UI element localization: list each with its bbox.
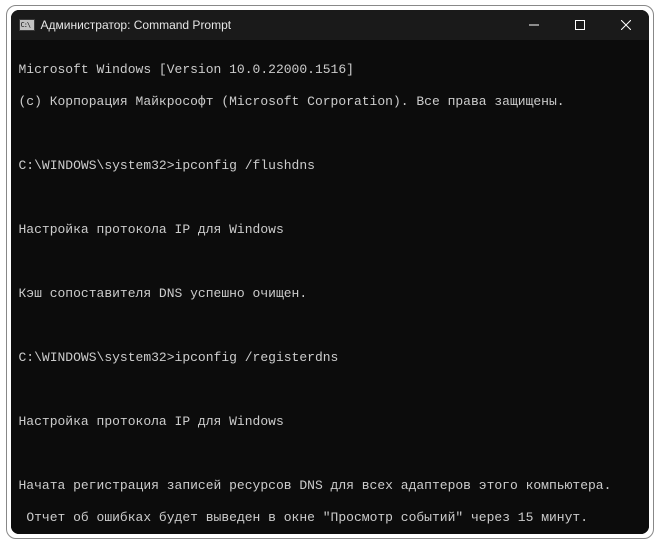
output-line bbox=[19, 382, 641, 398]
output-line: (c) Корпорация Майкрософт (Microsoft Cor… bbox=[19, 94, 641, 110]
prompt-line: C:\WINDOWS\system32>ipconfig /registerdn… bbox=[19, 350, 641, 366]
output-line bbox=[19, 446, 641, 462]
command-prompt-window: C:\ Администратор: Command Prompt Micros… bbox=[11, 10, 649, 534]
output-line: Отчет об ошибках будет выведен в окне "П… bbox=[19, 510, 641, 526]
output-line bbox=[19, 126, 641, 142]
window-title: Администратор: Command Prompt bbox=[41, 18, 232, 32]
maximize-button[interactable] bbox=[557, 10, 603, 40]
output-line bbox=[19, 190, 641, 206]
minimize-button[interactable] bbox=[511, 10, 557, 40]
output-line bbox=[19, 318, 641, 334]
cmd-icon: C:\ bbox=[19, 19, 35, 31]
close-button[interactable] bbox=[603, 10, 649, 40]
screenshot-frame: C:\ Администратор: Command Prompt Micros… bbox=[6, 5, 654, 539]
window-controls bbox=[511, 10, 649, 40]
output-line: Кэш сопоставителя DNS успешно очищен. bbox=[19, 286, 641, 302]
titlebar[interactable]: C:\ Администратор: Command Prompt bbox=[11, 10, 649, 40]
output-line: Начата регистрация записей ресурсов DNS … bbox=[19, 478, 641, 494]
output-line bbox=[19, 254, 641, 270]
titlebar-left: C:\ Администратор: Command Prompt bbox=[19, 18, 232, 32]
prompt-line: C:\WINDOWS\system32>ipconfig /flushdns bbox=[19, 158, 641, 174]
output-line: Настройка протокола IP для Windows bbox=[19, 414, 641, 430]
terminal-output[interactable]: Microsoft Windows [Version 10.0.22000.15… bbox=[11, 40, 649, 534]
output-line: Настройка протокола IP для Windows bbox=[19, 222, 641, 238]
output-line: Microsoft Windows [Version 10.0.22000.15… bbox=[19, 62, 641, 78]
